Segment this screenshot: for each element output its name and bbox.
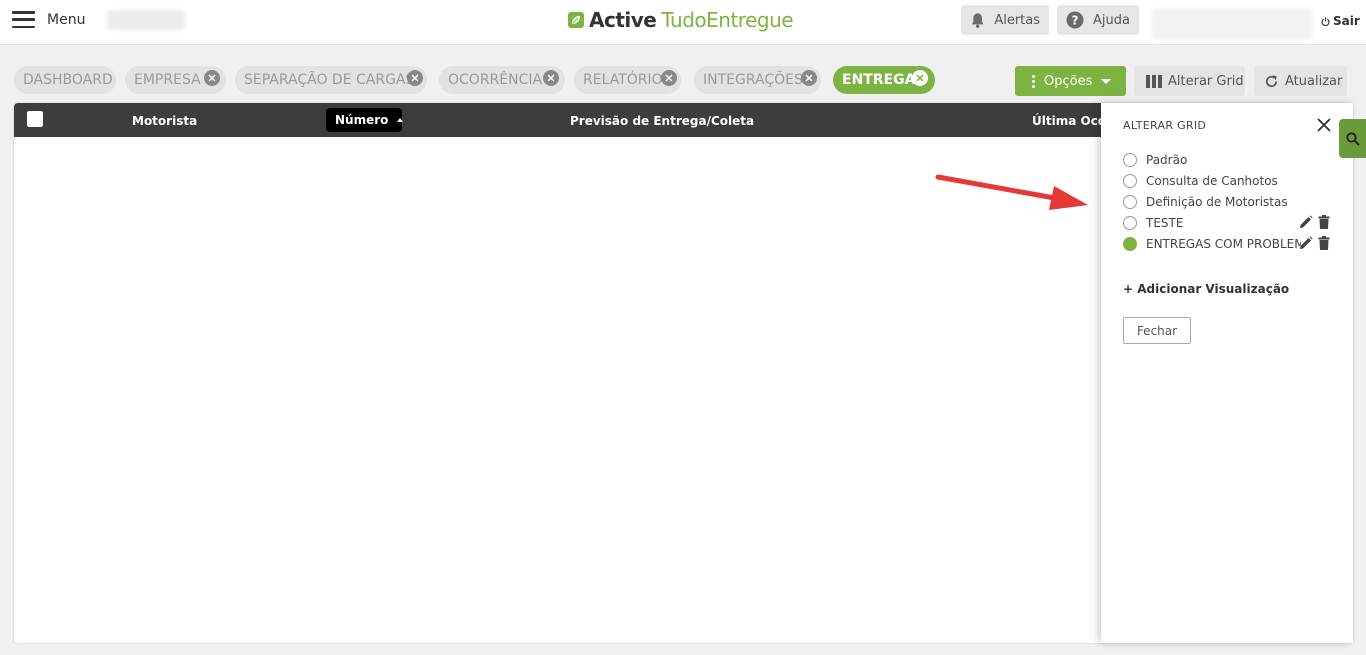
tab-label: ENTREGA <box>842 72 916 88</box>
view-option-label: TESTE <box>1146 216 1184 230</box>
alter-grid-label: Alterar Grid <box>1168 73 1244 89</box>
logo-text-active: Active <box>589 8 657 32</box>
view-option-entregas-com-problemas[interactable]: ENTREGAS COM PROBLEMAS <box>1123 236 1301 252</box>
svg-text:?: ? <box>1072 14 1079 28</box>
alerts-label: Alertas <box>994 12 1040 28</box>
refresh-label: Atualizar <box>1285 73 1343 89</box>
column-header-previsao[interactable]: Previsão de Entrega/Coleta <box>570 114 754 128</box>
radio-button[interactable] <box>1123 216 1137 230</box>
tab-integracoes[interactable]: INTEGRAÇÕES <box>694 66 821 94</box>
view-option-label: Padrão <box>1146 153 1188 167</box>
logo-leaf-icon <box>568 12 584 28</box>
close-icon[interactable] <box>1316 117 1332 133</box>
tab-label: OCORRÊNCIA <box>448 72 543 88</box>
search-icon <box>1345 131 1360 146</box>
menu-button[interactable]: Menu <box>12 11 85 28</box>
view-option-label: ENTREGAS COM PROBLEMAS <box>1146 237 1301 251</box>
view-option-entregas-actions <box>1299 236 1330 250</box>
add-view-link[interactable]: + Adicionar Visualização <box>1123 282 1289 296</box>
close-tab-icon[interactable] <box>912 70 928 86</box>
logo-text-brand: TudoEntregue <box>661 8 794 32</box>
help-icon: ? <box>1066 11 1084 29</box>
trash-icon[interactable] <box>1318 236 1330 250</box>
help-button[interactable]: ? Ajuda <box>1057 5 1139 35</box>
app-logo: Active TudoEntregue <box>568 8 794 32</box>
radio-button-selected[interactable] <box>1123 237 1137 251</box>
tab-label: DASHBOARD <box>23 72 113 88</box>
column-header-numero[interactable]: Número <box>326 108 404 132</box>
column-header-motorista[interactable]: Motorista <box>132 114 197 128</box>
top-bar: Menu Active TudoEntregue Alertas ? Ajuda… <box>0 0 1366 45</box>
sort-ascending-icon <box>397 118 404 122</box>
options-label: Opções <box>1044 73 1093 89</box>
edit-icon[interactable] <box>1299 215 1313 229</box>
alerts-button[interactable]: Alertas <box>961 5 1049 35</box>
tab-label: INTEGRAÇÕES <box>703 72 803 88</box>
blurred-company-name <box>107 10 185 30</box>
close-tab-icon[interactable] <box>543 70 559 86</box>
close-tab-icon[interactable] <box>407 70 423 86</box>
radio-button[interactable] <box>1123 174 1137 188</box>
view-option-padrao[interactable]: Padrão <box>1123 152 1301 168</box>
close-tab-icon[interactable] <box>204 70 220 86</box>
tab-entrega[interactable]: ENTREGA <box>833 66 935 94</box>
refresh-button[interactable]: Atualizar <box>1254 66 1347 96</box>
view-option-definicao-de-motoristas[interactable]: Definição de Motoristas <box>1123 194 1301 210</box>
annotation-arrow <box>935 174 1088 210</box>
power-icon <box>1321 16 1330 26</box>
search-side-tab[interactable] <box>1339 119 1366 158</box>
view-option-label: Consulta de Canhotos <box>1146 174 1278 188</box>
trash-icon[interactable] <box>1318 215 1330 229</box>
panel-title: ALTERAR GRID <box>1123 119 1207 132</box>
close-button[interactable]: Fechar <box>1123 317 1191 344</box>
radio-button[interactable] <box>1123 153 1137 167</box>
view-option-consulta-de-canhotos[interactable]: Consulta de Canhotos <box>1123 173 1301 189</box>
tab-dashboard[interactable]: DASHBOARD <box>14 66 116 94</box>
tab-empresa[interactable]: EMPRESA <box>125 66 226 94</box>
columns-icon <box>1146 74 1162 88</box>
close-tab-icon[interactable] <box>661 70 677 86</box>
hamburger-icon <box>12 11 35 28</box>
refresh-icon <box>1266 74 1278 87</box>
tab-label: SEPARAÇÃO DE CARGAS <box>244 72 415 88</box>
logout-label: Sair <box>1333 14 1360 28</box>
tab-label: RELATÓRIO <box>583 72 663 88</box>
more-vertical-icon <box>1032 74 1035 88</box>
help-label: Ajuda <box>1093 12 1130 28</box>
tab-separacao-de-cargas[interactable]: SEPARAÇÃO DE CARGAS <box>235 66 427 94</box>
select-all-checkbox[interactable] <box>26 110 44 128</box>
column-header-numero-label: Número <box>335 113 389 127</box>
bell-icon <box>971 12 984 28</box>
alter-grid-button[interactable]: Alterar Grid <box>1134 66 1245 96</box>
blurred-user-name <box>1152 8 1313 40</box>
tab-relatorio[interactable]: RELATÓRIO <box>574 66 681 94</box>
logout-button[interactable]: Sair <box>1321 14 1360 28</box>
tab-ocorrencia[interactable]: OCORRÊNCIA <box>439 66 565 94</box>
tab-label: EMPRESA <box>134 72 201 88</box>
close-tab-icon[interactable] <box>801 70 817 86</box>
view-option-label: Definição de Motoristas <box>1146 195 1288 209</box>
caret-down-icon <box>1101 78 1112 84</box>
view-option-teste-actions <box>1299 215 1330 229</box>
radio-button[interactable] <box>1123 195 1137 209</box>
options-button[interactable]: Opções <box>1015 66 1126 96</box>
alter-grid-panel: ALTERAR GRID Padrão Consulta de Canhotos… <box>1101 103 1353 643</box>
view-option-teste[interactable]: TESTE <box>1123 215 1301 231</box>
menu-label: Menu <box>47 11 86 28</box>
edit-icon[interactable] <box>1299 236 1313 250</box>
